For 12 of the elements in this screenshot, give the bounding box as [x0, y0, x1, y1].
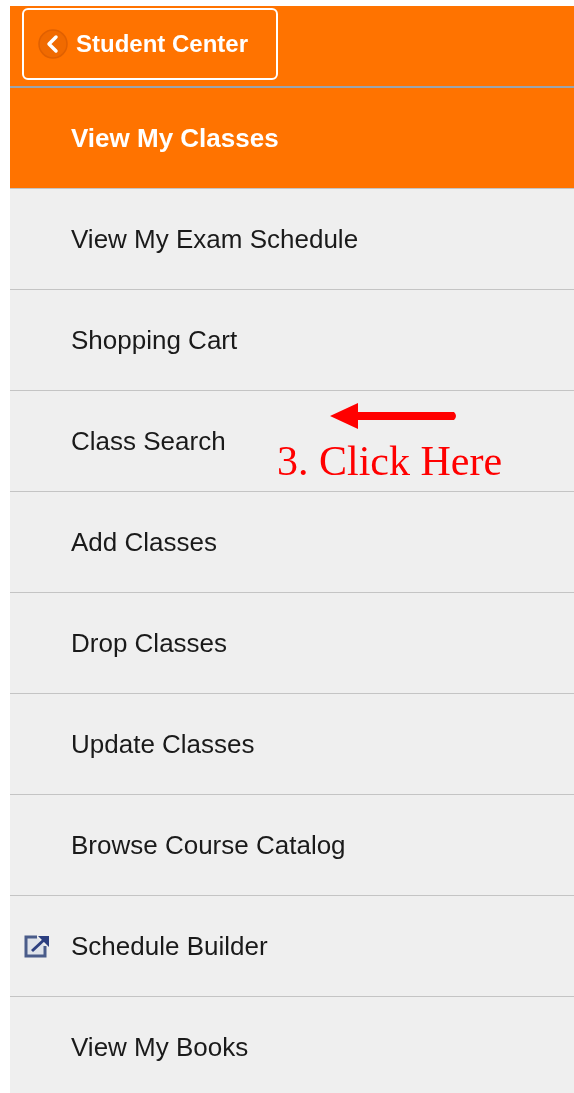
menu-item[interactable]: View My Books	[10, 997, 574, 1093]
menu-item[interactable]: Class Search 3. Click Here	[10, 391, 574, 492]
menu-item[interactable]: Shopping Cart	[10, 290, 574, 391]
menu-item[interactable]: Add Classes	[10, 492, 574, 593]
menu-item[interactable]: Drop Classes	[10, 593, 574, 694]
back-icon	[38, 29, 68, 59]
menu-item[interactable]: Update Classes	[10, 694, 574, 795]
annotation-text: 3. Click Here	[277, 437, 503, 485]
menu-item[interactable]: Browse Course Catalog	[10, 795, 574, 896]
menu-item[interactable]: Schedule Builder	[10, 896, 574, 997]
arrow-icon	[330, 403, 458, 429]
menu-item[interactable]: View My Exam Schedule	[10, 189, 574, 290]
